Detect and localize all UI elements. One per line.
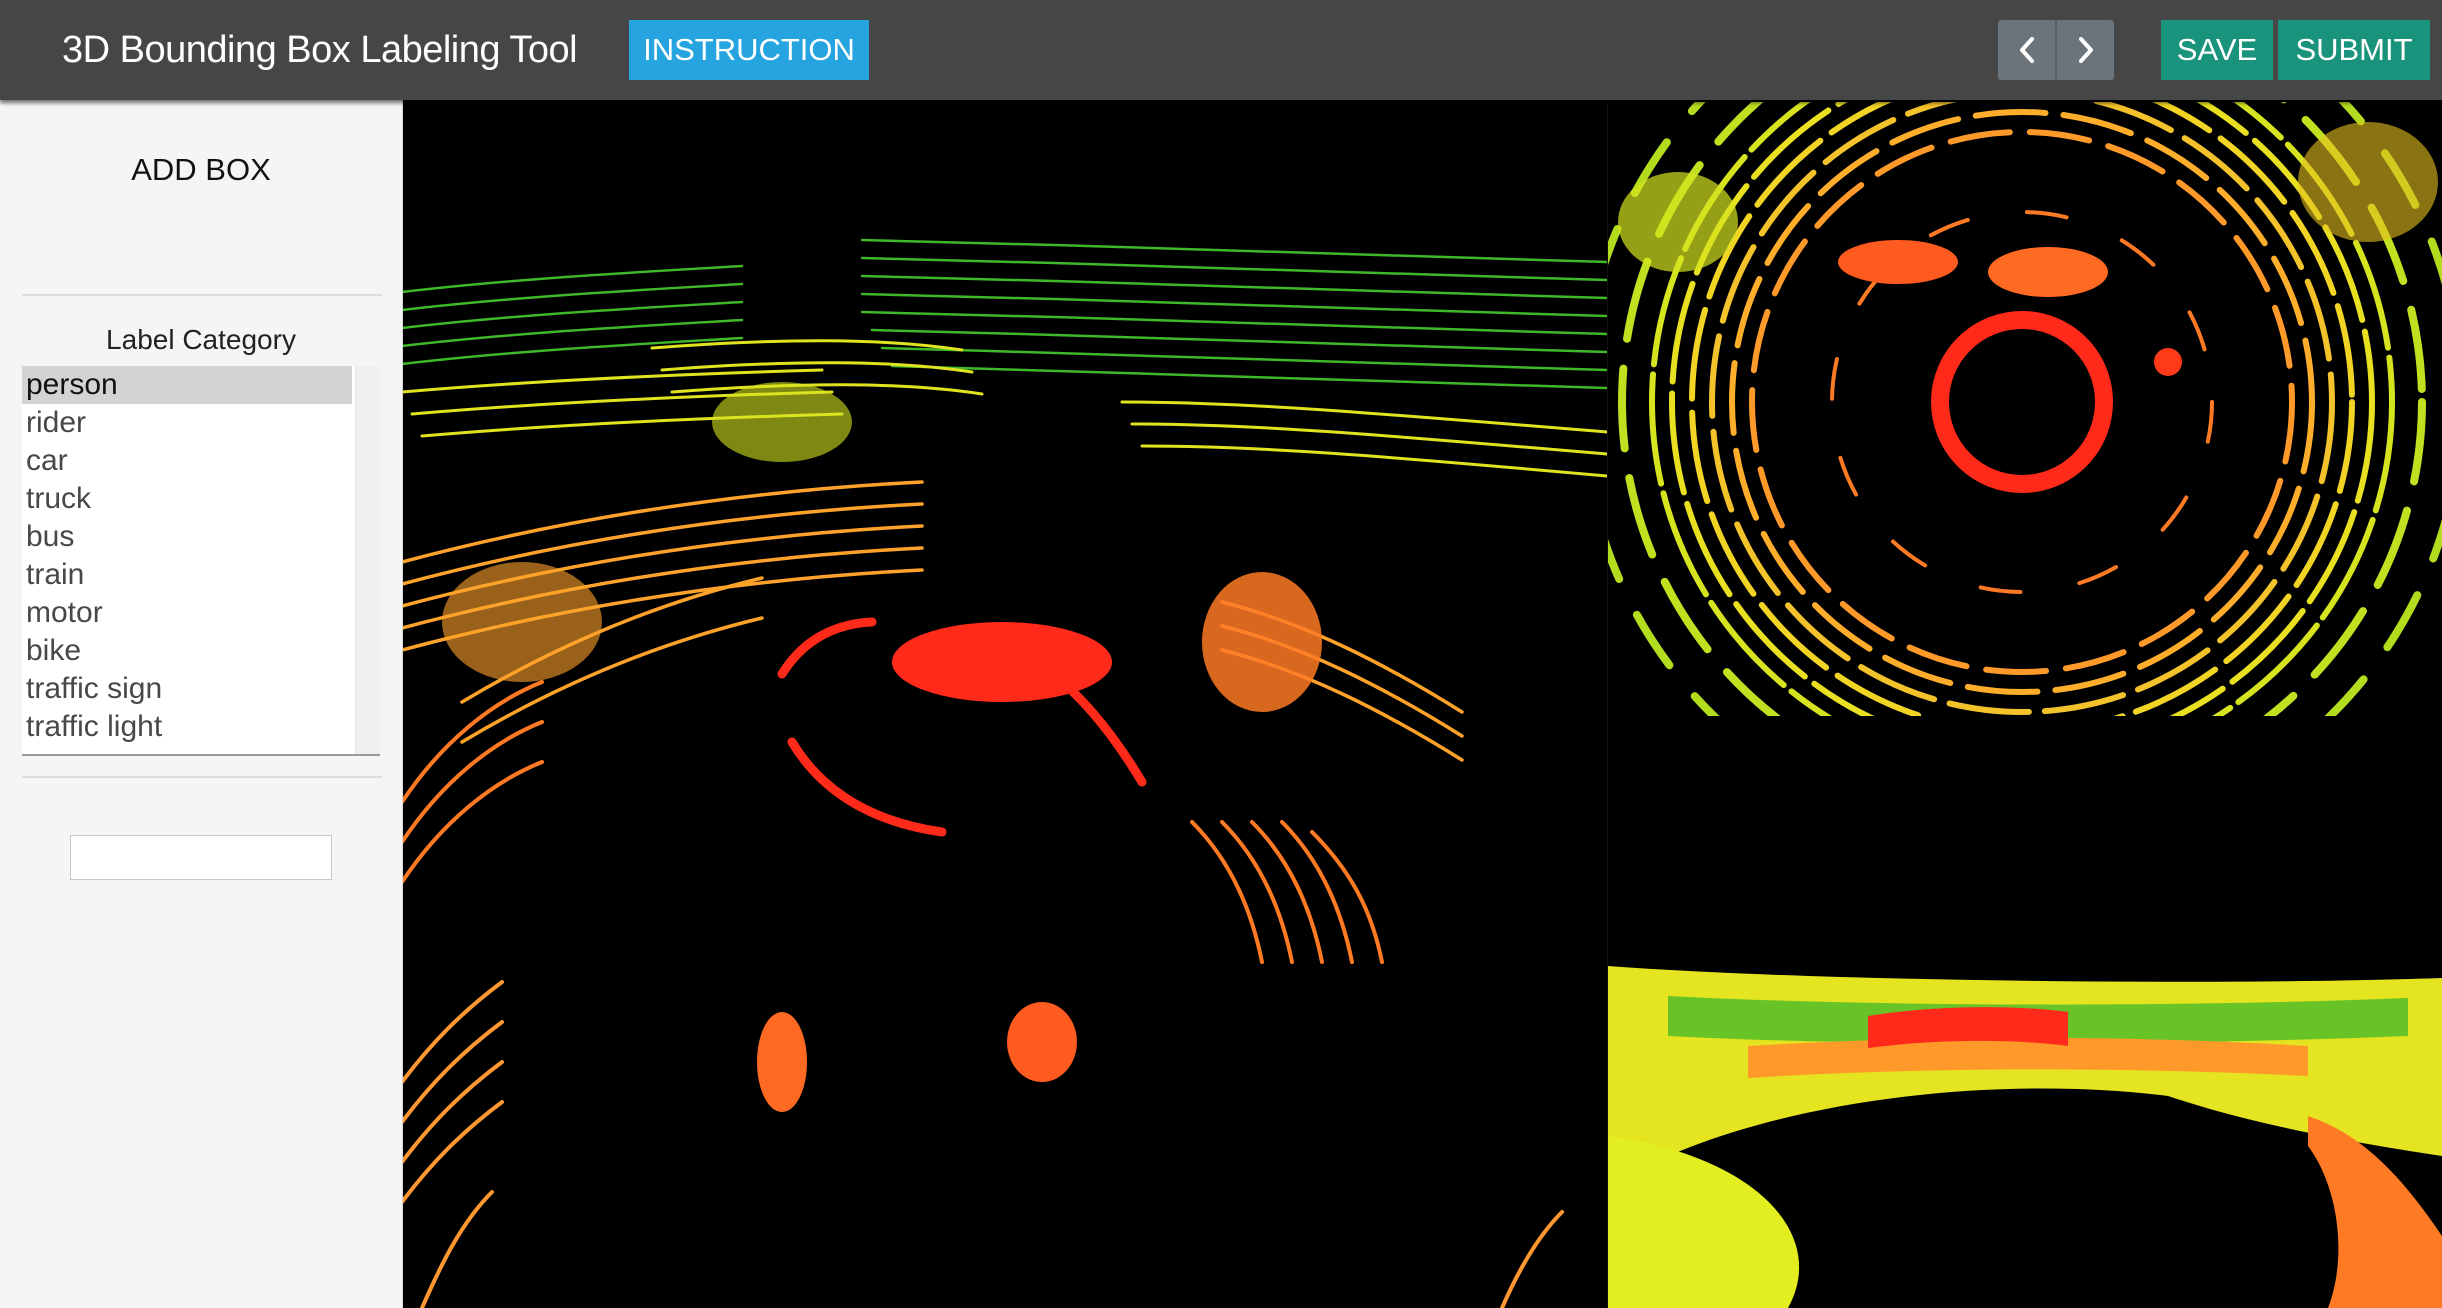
category-item-person[interactable]: person xyxy=(22,366,352,404)
chevron-left-icon xyxy=(2019,37,2034,63)
box-label-input[interactable] xyxy=(70,835,332,880)
mid-range-scan-lines xyxy=(402,339,1607,478)
label-category-list[interactable]: person rider car truck bus train motor b… xyxy=(22,366,380,756)
label-category-title: Label Category xyxy=(106,324,296,355)
add-box-button[interactable]: ADD BOX xyxy=(0,140,402,200)
category-item-traffic-light[interactable]: traffic light xyxy=(22,708,352,746)
category-item-train[interactable]: train xyxy=(22,556,352,594)
category-item-truck[interactable]: truck xyxy=(22,480,352,518)
instruction-button[interactable]: INSTRUCTION xyxy=(629,20,869,80)
sidebar-divider xyxy=(22,776,382,778)
toolbar: 3D Bounding Box Labeling Tool INSTRUCTIO… xyxy=(0,0,2442,100)
category-list-scrollbar[interactable] xyxy=(355,366,380,754)
sidebar-divider xyxy=(22,294,382,296)
category-item-motor[interactable]: motor xyxy=(22,594,352,632)
category-item-bus[interactable]: bus xyxy=(22,518,352,556)
point-cloud-canvas-top xyxy=(1608,102,2442,716)
category-item-car[interactable]: car xyxy=(22,442,352,480)
sidebar: ADD BOX Label Category person rider car … xyxy=(0,100,403,1308)
previous-frame-button[interactable] xyxy=(1998,20,2055,80)
app-title: 3D Bounding Box Labeling Tool xyxy=(62,29,578,71)
top-down-point-cloud-view[interactable] xyxy=(1608,102,2442,716)
point-cloud-canvas-main xyxy=(402,238,1607,1308)
next-frame-button[interactable] xyxy=(2055,20,2114,80)
save-button[interactable]: SAVE xyxy=(2161,20,2273,80)
side-view-point-bands xyxy=(1608,966,2442,1308)
category-item-traffic-sign[interactable]: traffic sign xyxy=(22,670,352,708)
frame-nav-group xyxy=(1998,20,2114,80)
perspective-point-cloud-view[interactable] xyxy=(402,102,1607,1308)
submit-button[interactable]: SUBMIT xyxy=(2278,20,2430,80)
category-item-rider[interactable]: rider xyxy=(22,404,352,442)
foreground-scan-lines xyxy=(402,980,1564,1308)
category-item-bike[interactable]: bike xyxy=(22,632,352,670)
far-wall-scan-lines xyxy=(402,238,1607,390)
chevron-right-icon xyxy=(2078,37,2093,63)
object-point-clusters xyxy=(442,382,1322,1112)
side-point-cloud-view[interactable] xyxy=(1608,716,2442,1308)
point-cloud-canvas-side xyxy=(1608,966,2442,1308)
